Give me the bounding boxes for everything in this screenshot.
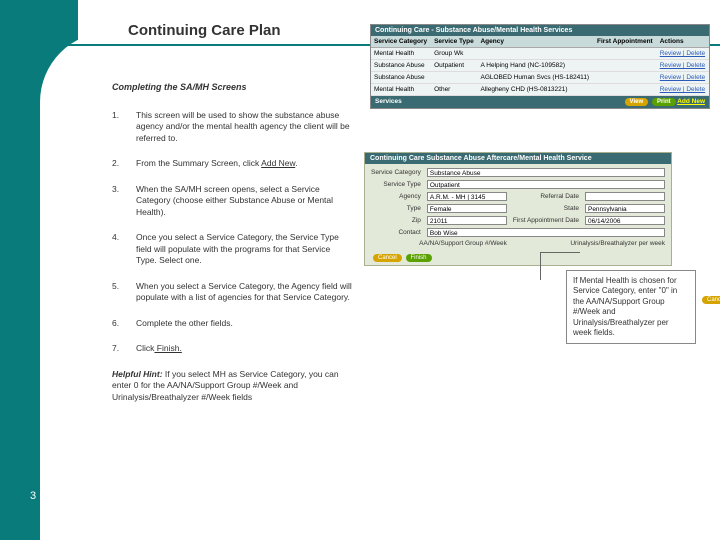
step-1: 1. This screen will be used to show the …	[112, 110, 352, 144]
step-text: Click Finish.	[136, 343, 352, 354]
hint-label: Helpful Hint:	[112, 369, 163, 379]
th: Actions	[657, 36, 709, 48]
cancel-pill[interactable]: Cancel	[702, 296, 720, 304]
services-table: Service Category Service Type Agency Fir…	[371, 36, 709, 96]
cancel-button[interactable]: Cancel	[373, 254, 402, 262]
step-text: Once you select a Service Category, the …	[136, 232, 352, 266]
finish-link: Finish.	[154, 343, 181, 353]
input-referral-date[interactable]	[585, 192, 665, 201]
label-contact: Contact	[371, 229, 421, 236]
view-pill[interactable]: View	[625, 98, 649, 106]
callout-pills: Cancel Finish	[700, 296, 720, 304]
callout-box: If Mental Health is chosen for Service C…	[566, 270, 696, 344]
input-contact[interactable]: Bob Wise	[427, 228, 665, 237]
th: Service Category	[371, 36, 431, 48]
step-text: This screen will be used to show the sub…	[136, 110, 352, 144]
input-type[interactable]: Female	[427, 204, 507, 213]
helpful-hint: Helpful Hint: If you select MH as Servic…	[112, 369, 352, 403]
screenshot-summary-table: Continuing Care - Substance Abuse/Mental…	[370, 24, 710, 109]
input-zip[interactable]: 21011	[427, 216, 507, 225]
step-num: 3.	[112, 184, 136, 218]
step-num: 6.	[112, 318, 136, 329]
table-row: Mental HealthGroup WkReview | Delete	[371, 48, 709, 60]
table-row: Substance AbuseOutpatientA Helping Hand …	[371, 60, 709, 72]
row-actions[interactable]: Review | Delete	[657, 72, 709, 84]
label-state: State	[513, 205, 579, 212]
label-support-group: AA/NA/Support Group #/Week	[371, 240, 507, 247]
step-num: 1.	[112, 110, 136, 144]
step-5: 5. When you select a Service Category, t…	[112, 281, 352, 304]
input-state[interactable]: Pennsylvania	[585, 204, 665, 213]
print-pill[interactable]: Print	[652, 98, 676, 106]
page-title: Continuing Care Plan	[128, 22, 281, 39]
table-row: Mental HealthOtherAllegheny CHD (HS-0813…	[371, 84, 709, 96]
step-text: From the Summary Screen, click Add New.	[136, 158, 352, 169]
step-num: 7.	[112, 343, 136, 354]
page-number: 3	[30, 490, 36, 502]
step-6: 6. Complete the other fields.	[112, 318, 352, 329]
main-content: Completing the SA/MH Screens 1. This scr…	[112, 82, 352, 403]
label-service-type: Service Type	[371, 181, 421, 188]
add-new-link[interactable]: Add New	[677, 98, 705, 105]
screenshot-form: Continuing Care Substance Abuse Aftercar…	[364, 152, 672, 266]
row-actions[interactable]: Review | Delete	[657, 48, 709, 60]
step-text: Complete the other fields.	[136, 318, 352, 329]
step-2: 2. From the Summary Screen, click Add Ne…	[112, 158, 352, 169]
table-row: Substance AbuseAGLOBED Human Svcs (HS-18…	[371, 72, 709, 84]
label-zip: Zip	[371, 217, 421, 224]
step-4: 4. Once you select a Service Category, t…	[112, 232, 352, 266]
label-service-category: Service Category	[371, 169, 421, 176]
section-subtitle: Completing the SA/MH Screens	[112, 82, 352, 92]
input-service-category[interactable]: Substance Abuse	[427, 168, 665, 177]
input-agency[interactable]: A.R.M. - MH | 3145	[427, 192, 507, 201]
add-new-link: Add New	[261, 158, 295, 168]
label-agency: Agency	[371, 193, 421, 200]
step-7: 7. Click Finish.	[112, 343, 352, 354]
finish-button[interactable]: Finish	[406, 254, 432, 262]
th: Service Type	[431, 36, 477, 48]
form-title: Continuing Care Substance Abuse Aftercar…	[365, 153, 671, 164]
label-referral-date: Referral Date	[513, 193, 579, 200]
step-text: When the SA/MH screen opens, select a Se…	[136, 184, 352, 218]
label-type: Type	[371, 205, 421, 212]
step-text: When you select a Service Category, the …	[136, 281, 352, 304]
row-actions[interactable]: Review | Delete	[657, 60, 709, 72]
input-first-appt[interactable]: 06/14/2006	[585, 216, 665, 225]
input-service-type[interactable]: Outpatient	[427, 180, 665, 189]
step-3: 3. When the SA/MH screen opens, select a…	[112, 184, 352, 218]
th: Agency	[477, 36, 594, 48]
label-urinalysis: Urinalysis/Breathalyzer per week	[513, 240, 665, 247]
th: First Appointment	[594, 36, 657, 48]
step-num: 5.	[112, 281, 136, 304]
panel-title: Continuing Care - Substance Abuse/Mental…	[371, 25, 709, 36]
step-num: 2.	[112, 158, 136, 169]
label-first-appt: First Appointment Date	[513, 217, 579, 224]
services-footer: Services View Print Add New	[371, 96, 709, 108]
step-num: 4.	[112, 232, 136, 266]
row-actions[interactable]: Review | Delete	[657, 84, 709, 96]
callout-text: If Mental Health is chosen for Service C…	[573, 276, 677, 337]
